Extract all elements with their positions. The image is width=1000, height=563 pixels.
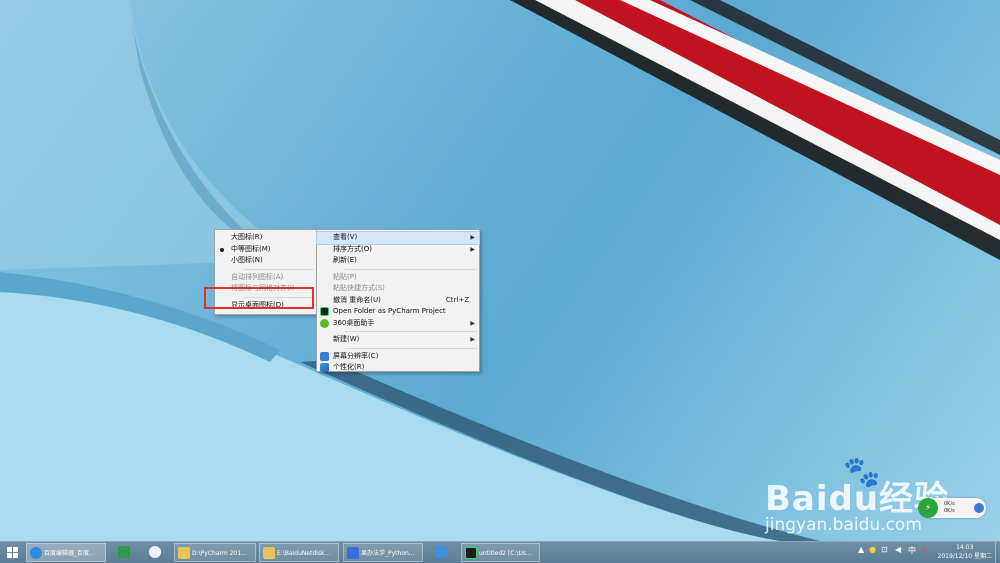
tray-360-icon[interactable]: ● — [869, 545, 876, 554]
download-speed: 0K/s — [944, 508, 955, 514]
submenu-arrow-icon: ▶ — [470, 245, 475, 253]
tray-sogou-icon[interactable]: S — [922, 545, 927, 554]
app-icon — [435, 546, 447, 558]
menu-item-large-icons[interactable]: 大图标(R) — [215, 232, 316, 244]
taskbar-button-netdisk[interactable] — [143, 543, 167, 562]
watermark-url: jingyan.baidu.com — [765, 515, 922, 535]
taskbar-button-pycharm[interactable]: untitled2 [C:\Us... — [461, 543, 540, 562]
menu-separator — [243, 268, 314, 270]
menu-item-paste[interactable]: 粘贴(P) — [317, 272, 479, 284]
taskbar-button-folder-netdisk[interactable]: E:\BaiduNetdisk... — [259, 543, 339, 562]
start-button[interactable] — [3, 543, 23, 562]
pycharm-icon — [320, 307, 329, 316]
tray-network-icon[interactable]: ⊡ — [881, 545, 888, 554]
submenu-arrow-icon: ▶ — [470, 336, 475, 343]
taskbar-button-browser[interactable]: 百度编辑器_百度... — [26, 543, 106, 562]
360-icon — [320, 318, 329, 328]
baidu-netdisk-icon — [149, 546, 161, 558]
menu-item-personalize[interactable]: 个性化(R) — [317, 362, 479, 374]
taskbar-button-spreadsheet[interactable] — [112, 543, 136, 562]
taskbar-button-vs[interactable]: 果办法学_Python... — [343, 543, 423, 562]
network-speed-widget[interactable]: ⚡ 0K/s 0K/s — [918, 498, 986, 518]
menu-item-screen-resolution[interactable]: 屏幕分辨率(C) — [317, 351, 479, 363]
tray-expand-icon[interactable]: ▲ — [858, 545, 864, 554]
display-icon — [320, 351, 329, 361]
browser-icon — [30, 547, 42, 559]
menu-item-refresh[interactable]: 刷新(E) — [317, 255, 479, 267]
taskbar-button-app[interactable] — [429, 543, 453, 562]
taskbar: 百度编辑器_百度... D:\PyCharm 201... E:\BaiduNe… — [0, 541, 1000, 563]
submenu-arrow-icon: ▶ — [470, 319, 475, 327]
menu-item-paste-shortcut[interactable]: 粘贴快捷方式(S) — [317, 283, 479, 295]
windows-logo-icon — [7, 547, 18, 558]
menu-item-small-icons[interactable]: 小图标(N) — [215, 255, 316, 267]
widget-dot-icon — [974, 503, 984, 513]
menu-item-undo-rename[interactable]: 撤消 重命名(U) Ctrl+Z — [317, 295, 479, 307]
submenu-arrow-icon: ▶ — [470, 234, 475, 241]
menu-item-medium-icons[interactable]: 中等图标(M) — [215, 244, 316, 256]
vs-icon — [347, 547, 359, 559]
clock-date: 2019/12/10 星期二 — [937, 553, 993, 560]
show-desktop-button[interactable] — [995, 542, 1000, 563]
menu-item-360-assistant[interactable]: 360桌面助手 ▶ — [317, 318, 479, 330]
spreadsheet-icon — [118, 546, 130, 558]
speed-ball-icon: ⚡ — [918, 498, 938, 518]
annotation-red-box — [204, 287, 314, 309]
menu-separator — [345, 347, 477, 349]
menu-item-sort-by[interactable]: 排序方式(O) ▶ — [317, 244, 479, 256]
upload-speed: 0K/s — [944, 501, 955, 507]
menu-separator — [345, 268, 477, 270]
menu-item-view[interactable]: 查看(V) ▶ — [316, 231, 480, 245]
desktop-context-menu: 查看(V) ▶ 排序方式(O) ▶ 刷新(E) 粘贴(P) 粘贴快捷方式(S) 撤消… — [316, 229, 480, 372]
system-clock[interactable]: 14:03 2019/12/10 星期二 — [938, 543, 993, 561]
menu-item-open-pycharm[interactable]: Open Folder as PyCharm Project — [317, 306, 479, 318]
network-speeds: 0K/s 0K/s — [944, 501, 955, 515]
menu-item-new[interactable]: 新建(W) ▶ — [317, 334, 479, 346]
clock-time: 14:03 — [956, 544, 974, 551]
menu-separator — [345, 331, 477, 332]
folder-icon — [178, 547, 190, 559]
selected-bullet-icon — [220, 247, 224, 252]
tray-ime-icon[interactable]: 中 — [908, 545, 916, 556]
taskbar-button-folder-pycharm[interactable]: D:\PyCharm 201... — [174, 543, 256, 562]
folder-icon — [263, 547, 275, 559]
menu-item-auto-arrange[interactable]: 自动排列图标(A) — [215, 272, 316, 284]
tray-volume-icon[interactable]: ◀ — [895, 545, 901, 554]
pycharm-icon — [465, 547, 477, 559]
desktop[interactable]: 大图标(R) 中等图标(M) 小图标(N) 自动排列图标(A) 将图标与网格对齐… — [0, 0, 1000, 541]
personalize-icon — [320, 363, 329, 372]
